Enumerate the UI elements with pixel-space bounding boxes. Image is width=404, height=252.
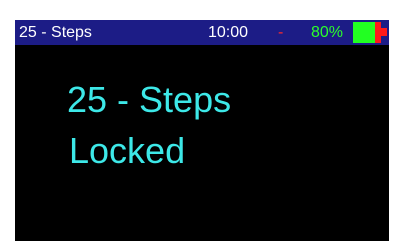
- battery-percent: 80%: [311, 24, 344, 41]
- status-time: 10:00: [208, 24, 249, 41]
- screen-title: 25 - Steps: [67, 79, 232, 120]
- device-screen: 25 - Steps 10:00 - 80% 25 - Steps Locked: [15, 20, 389, 241]
- battery-level-fill: [353, 22, 376, 43]
- battery-icon: [353, 22, 381, 43]
- status-separator: -: [278, 24, 284, 41]
- battery-tip-icon: [381, 28, 387, 36]
- status-title: 25 - Steps: [19, 24, 92, 41]
- lock-status: Locked: [69, 130, 186, 171]
- status-bar: 25 - Steps 10:00 - 80%: [15, 20, 389, 45]
